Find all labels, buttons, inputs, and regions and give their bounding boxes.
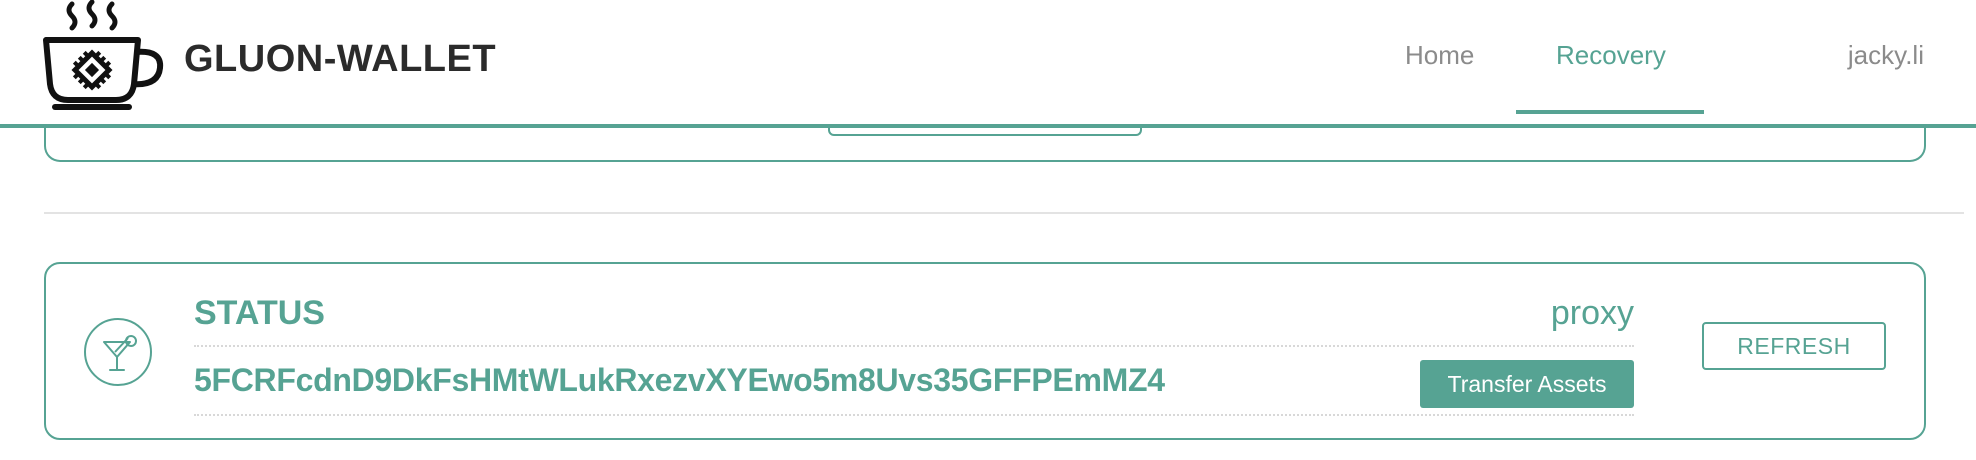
user-menu[interactable]: jacky.li	[1848, 40, 1924, 71]
status-title: STATUS	[194, 294, 325, 332]
top-navbar: GLUON-WALLET Home Recovery jacky.li	[0, 0, 1976, 128]
dotted-separator	[194, 414, 1634, 416]
section-divider	[44, 212, 1964, 214]
cocktail-glass-icon	[84, 318, 152, 386]
dotted-separator	[194, 345, 1634, 347]
refresh-button[interactable]: REFRESH	[1702, 322, 1886, 370]
nav-recovery[interactable]: Recovery	[1556, 40, 1666, 71]
nav-home[interactable]: Home	[1405, 40, 1474, 71]
active-tab-indicator	[1516, 110, 1704, 114]
page: GLUON-WALLET Home Recovery jacky.li STAT…	[0, 0, 1976, 460]
account-type-label: proxy	[1550, 294, 1634, 332]
transfer-assets-button[interactable]: Transfer Assets	[1420, 360, 1634, 408]
brand-title[interactable]: GLUON-WALLET	[184, 38, 496, 81]
coffee-cup-chip-icon[interactable]	[42, 0, 166, 112]
wallet-address: 5FCRFcdnD9DkFsHMtWLukRxezvXYEwo5m8Uvs35G…	[194, 362, 1165, 398]
